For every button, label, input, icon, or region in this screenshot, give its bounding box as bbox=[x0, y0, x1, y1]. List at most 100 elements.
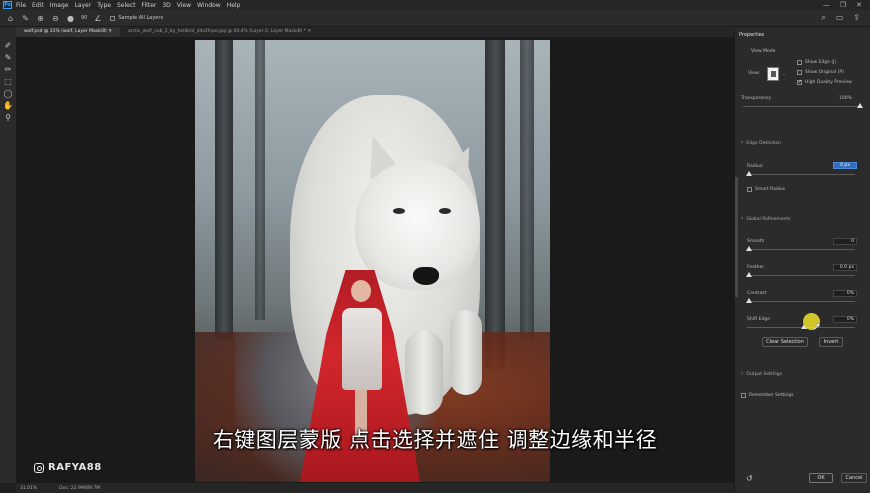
menu-view[interactable]: View bbox=[177, 2, 191, 9]
radius-input[interactable]: 0 px bbox=[833, 162, 857, 169]
canvas-area[interactable] bbox=[16, 37, 734, 483]
options-bar: ⌂ ✎ ⊕ ⊖ ● 90 ∠ Sample All Layers ⌕ ▭ ⇪ bbox=[0, 10, 870, 27]
tree-trunk bbox=[215, 40, 233, 340]
show-original-label: Show Original (P) bbox=[805, 70, 844, 75]
menu-edit[interactable]: Edit bbox=[32, 2, 44, 9]
close-icon[interactable]: ✕ bbox=[856, 1, 862, 9]
invert-button[interactable]: Invert bbox=[819, 337, 843, 347]
workspace-icon[interactable]: ▭ bbox=[836, 13, 844, 23]
transparency-label: Transparency bbox=[741, 96, 772, 101]
share-icon[interactable]: ⇪ bbox=[853, 13, 860, 23]
output-settings-section[interactable]: Output Settings bbox=[741, 370, 782, 377]
angle-icon[interactable]: ∠ bbox=[93, 14, 102, 23]
wolf-leg bbox=[405, 330, 443, 415]
menu-select[interactable]: Select bbox=[117, 2, 136, 9]
show-edge-checkbox[interactable] bbox=[797, 60, 802, 65]
remember-settings-checkbox[interactable] bbox=[741, 393, 746, 398]
menu-image[interactable]: Image bbox=[50, 2, 69, 9]
tree-trunk bbox=[485, 40, 505, 370]
shift-edge-input[interactable]: 0% bbox=[833, 316, 857, 323]
brush-size-value[interactable]: 90 bbox=[81, 15, 87, 21]
lasso-tool-icon[interactable]: ◯ bbox=[3, 89, 13, 98]
smooth-input[interactable]: 0 bbox=[833, 238, 857, 245]
contrast-input[interactable]: 0% bbox=[833, 290, 857, 297]
object-selection-icon[interactable]: ⬚ bbox=[3, 77, 13, 86]
feather-label: Feather bbox=[747, 265, 765, 270]
menu-file[interactable]: File bbox=[16, 2, 26, 9]
watermark-text: RAFYA88 bbox=[48, 462, 102, 473]
zoom-tool-icon[interactable]: ⚲ bbox=[3, 113, 13, 122]
hand-tool-icon[interactable]: ✋ bbox=[3, 101, 13, 110]
chevron-down-icon[interactable]: ⌄ bbox=[782, 72, 786, 77]
view-mode-thumbnail[interactable] bbox=[767, 67, 779, 81]
add-mode-icon[interactable]: ⊕ bbox=[36, 14, 45, 23]
edge-detection-section[interactable]: Edge Detection bbox=[741, 139, 781, 146]
panel-scrollbar[interactable] bbox=[735, 177, 738, 297]
feather-input[interactable]: 0.0 px bbox=[833, 264, 857, 271]
contrast-slider-thumb[interactable] bbox=[746, 298, 752, 303]
video-subtitle: 右键图层蒙版 点击选择并遮住 调整边缘和半径 bbox=[212, 428, 658, 452]
brush-preview-icon[interactable]: ● bbox=[66, 14, 75, 23]
smooth-slider-thumb[interactable] bbox=[746, 246, 752, 251]
subtract-mode-icon[interactable]: ⊖ bbox=[51, 14, 60, 23]
show-original-checkbox[interactable] bbox=[797, 70, 802, 75]
menu-window[interactable]: Window bbox=[197, 2, 221, 9]
zoom-level[interactable]: 31.01% bbox=[20, 486, 37, 491]
view-mode-heading: View Mode bbox=[751, 49, 776, 54]
radius-slider-thumb[interactable] bbox=[746, 171, 752, 176]
transparency-slider-track[interactable] bbox=[743, 106, 861, 107]
radius-slider-track[interactable] bbox=[747, 174, 855, 175]
smooth-label: Smooth bbox=[747, 239, 765, 244]
brush-tool-icon[interactable]: ✏ bbox=[3, 65, 13, 74]
tools-panel: ✐ ✎ ✏ ⬚ ◯ ✋ ⚲ bbox=[0, 27, 16, 483]
transparency-slider-thumb[interactable] bbox=[857, 103, 863, 108]
document-tabs: wolf.psd @ 31% (wolf, Layer Mask/8) ✕ ar… bbox=[16, 27, 734, 37]
high-quality-preview-checkbox[interactable] bbox=[797, 79, 802, 85]
view-label: View: bbox=[748, 71, 760, 76]
menu-help[interactable]: Help bbox=[227, 2, 241, 9]
wolf-leg bbox=[450, 310, 482, 395]
tab-arctic-wolf[interactable]: arctic_wolf_cub_2_by_hellbrid_d4s2fnpe.j… bbox=[120, 27, 319, 37]
maximize-icon[interactable]: ❐ bbox=[840, 1, 846, 9]
wolf-and-girl-artwork[interactable] bbox=[195, 40, 550, 482]
refine-edge-brush-icon[interactable]: ✎ bbox=[3, 53, 13, 62]
minimize-icon[interactable]: — bbox=[823, 1, 830, 9]
smart-radius-label: Smart Radius bbox=[755, 187, 786, 192]
global-refinements-section[interactable]: Global Refinements bbox=[741, 215, 790, 222]
tab-wolf-psd[interactable]: wolf.psd @ 31% (wolf, Layer Mask/8) ✕ bbox=[16, 27, 121, 37]
refine-brush-icon[interactable]: ✎ bbox=[21, 14, 30, 23]
sample-all-layers-label: Sample All Layers bbox=[118, 15, 164, 21]
creator-watermark: RAFYA88 bbox=[34, 462, 102, 473]
feather-slider-thumb[interactable] bbox=[746, 272, 752, 277]
contrast-slider-track[interactable] bbox=[747, 301, 855, 302]
cancel-button[interactable]: Cancel bbox=[841, 473, 867, 483]
show-edge-label: Show Edge (J) bbox=[805, 60, 837, 65]
quick-selection-icon[interactable]: ✐ bbox=[3, 41, 13, 50]
search-icon[interactable]: ⌕ bbox=[821, 13, 825, 23]
feather-slider-track[interactable] bbox=[747, 275, 855, 276]
instagram-icon bbox=[34, 462, 44, 473]
properties-tab[interactable]: Properties bbox=[739, 32, 764, 38]
ok-button[interactable]: OK bbox=[809, 473, 833, 483]
radius-label: Radius: bbox=[747, 164, 764, 169]
girl-face bbox=[351, 280, 371, 302]
smart-radius-checkbox[interactable] bbox=[747, 187, 752, 192]
sample-all-layers-checkbox[interactable] bbox=[110, 15, 116, 21]
menu-filter[interactable]: Filter bbox=[142, 2, 157, 9]
transparency-value[interactable]: 100% bbox=[839, 96, 852, 101]
remember-settings-label: Remember Settings bbox=[749, 393, 794, 398]
tree-trunk bbox=[255, 40, 265, 320]
menu-layer[interactable]: Layer bbox=[74, 2, 91, 9]
wolf-nose bbox=[413, 267, 439, 285]
menu-type[interactable]: Type bbox=[97, 2, 111, 9]
white-dress bbox=[342, 308, 382, 390]
shift-edge-label: Shift Edge bbox=[747, 317, 770, 322]
smooth-slider-track[interactable] bbox=[747, 249, 855, 250]
mouse-pointer-icon: ➚ bbox=[812, 320, 822, 333]
clear-selection-button[interactable]: Clear Selection bbox=[762, 337, 808, 347]
wolf-eye bbox=[393, 208, 405, 214]
home-icon[interactable]: ⌂ bbox=[6, 14, 15, 23]
reset-icon[interactable]: ↺ bbox=[746, 474, 753, 483]
photoshop-logo-icon: Ps bbox=[3, 1, 12, 9]
menu-3d[interactable]: 3D bbox=[162, 2, 170, 9]
